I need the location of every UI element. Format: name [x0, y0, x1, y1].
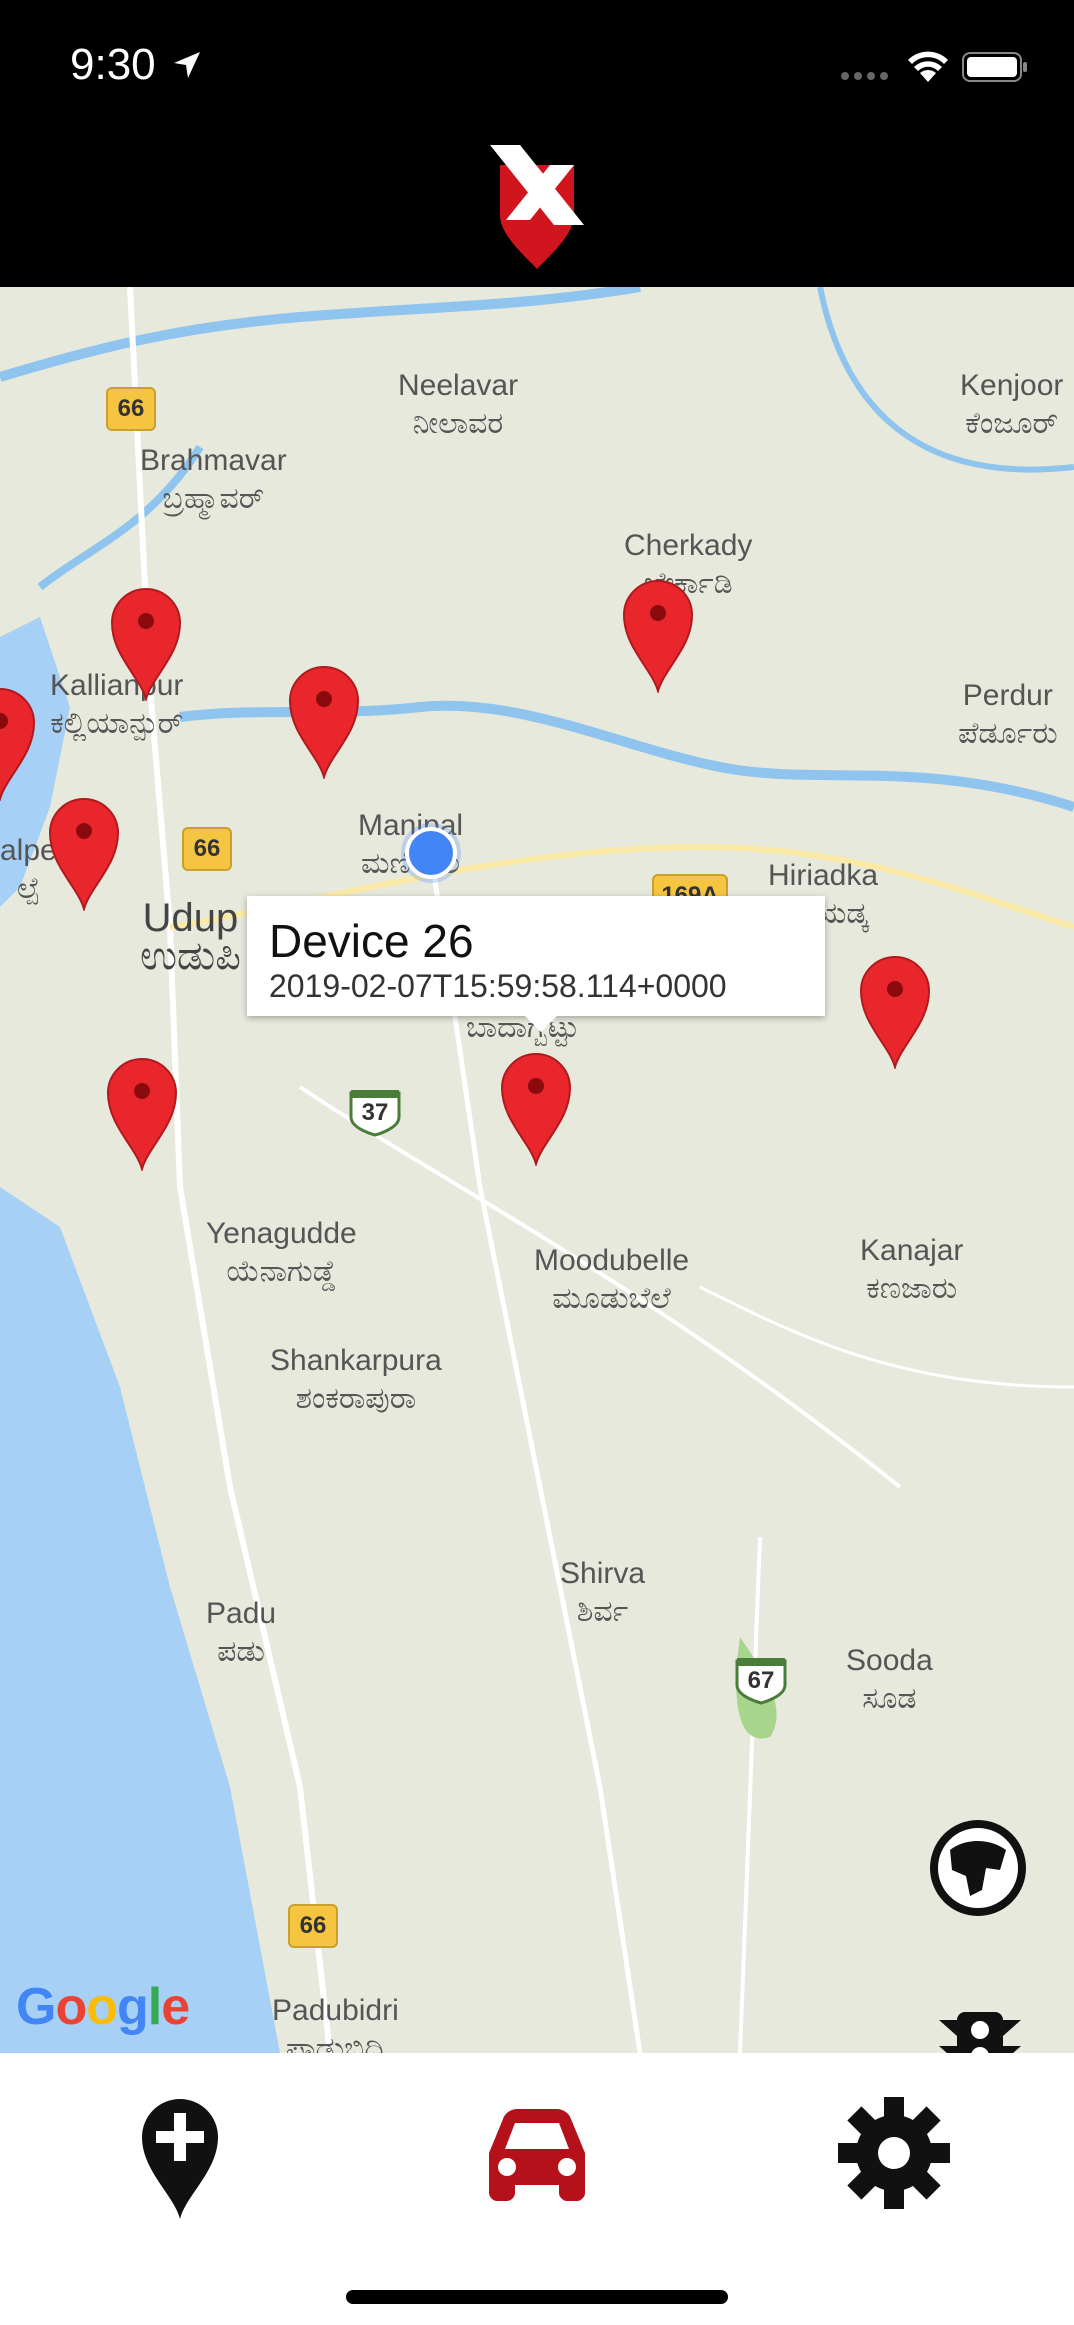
- highway-shield: 37: [348, 1087, 402, 1137]
- place-brahmavar: Brahmavar ಬ್ರಹ್ಮಾವರ್: [140, 442, 287, 518]
- header-bar: 9:30: [0, 0, 1074, 287]
- shield-number: 67: [747, 1667, 775, 1694]
- callout-timestamp: 2019-02-07T15:59:58.114+0000: [269, 968, 727, 1004]
- place-label-en: Neelavar: [398, 369, 519, 402]
- place-label-kn: ಉಡುಪಿ: [140, 934, 241, 978]
- highway-shield: 67: [734, 1655, 788, 1705]
- place-label-en: Sooda: [846, 1644, 933, 1677]
- road-shield: 66: [106, 387, 156, 431]
- place-label-en: Kanajar: [860, 1234, 964, 1267]
- road-shield: 66: [182, 827, 232, 871]
- home-indicator[interactable]: [346, 2290, 728, 2304]
- place-label-en: Hiriadka: [768, 859, 879, 892]
- place-label-kn: ಸೂಡ: [862, 1682, 917, 1715]
- callout-title: Device 26: [269, 915, 474, 967]
- signal-icon: [841, 72, 888, 80]
- place-kenjoor: Kenjoor ಕೆಂಜೂರ್: [960, 367, 1063, 443]
- place-label-en: Moodubelle: [534, 1244, 690, 1277]
- place-label-en: Shirva: [560, 1557, 646, 1590]
- place-label-kn: ಪಡು: [217, 1635, 265, 1668]
- place-label-kn: ಬ್ರಹ್ಮಾವರ್: [162, 482, 265, 515]
- place-label-en: Kenjoor: [960, 369, 1064, 402]
- place-label-kn: ಕಣಜಾರು: [866, 1272, 958, 1305]
- tab-bar: [0, 2053, 1074, 2325]
- place-label-en: Shankarpura: [270, 1344, 442, 1377]
- place-label-kn: ಯೆನಾಗುಡ್ಡೆ: [226, 1255, 337, 1288]
- map-view[interactable]: Neelavar ನೀಲಾವರ Kenjoor ಕೆಂಜೂರ್ Brahmavar ಬ…: [0, 287, 1074, 2053]
- device-marker[interactable]: [106, 1057, 178, 1171]
- google-attribution: Google: [16, 1978, 190, 2036]
- tab-devices[interactable]: [467, 2083, 607, 2223]
- device-callout[interactable]: Device 26 2019-02-07T15:59:58.114+0000: [247, 896, 825, 1032]
- place-label-kn: ಪೆರ್ಡೂರು: [958, 717, 1058, 750]
- wifi-icon: [908, 51, 948, 82]
- place-moodubelle: Moodubelle ಮೂಡುಬೆಲೆ: [534, 1242, 689, 1318]
- tab-settings[interactable]: [824, 2083, 964, 2223]
- place-yenagudde: Yenagudde ಯೆನಾಗುಡ್ಡೆ: [206, 1215, 357, 1291]
- place-label-kn: ಶಂಕರಾಪುರಾ: [295, 1382, 417, 1415]
- place-label-kn: ಪಾಡುಬಿದ್ರಿ: [285, 2032, 386, 2053]
- tab-add-location[interactable]: [110, 2083, 250, 2223]
- device-marker[interactable]: [48, 797, 120, 911]
- place-padu: Padu ಪಡು: [206, 1595, 276, 1671]
- place-padubidri: Padubidri ಪಾಡುಬಿದ್ರಿ: [272, 1992, 399, 2053]
- place-kanajar: Kanajar ಕಣಜಾರು: [860, 1232, 963, 1308]
- place-shirva: Shirva ಶಿರ್ವ: [560, 1555, 645, 1631]
- device-marker-selected[interactable]: [500, 1052, 572, 1166]
- place-label-kn: ಕೆಂಜೂರ್: [965, 407, 1059, 440]
- place-label-en: Brahmavar: [140, 444, 287, 477]
- current-location-dot: [405, 827, 457, 879]
- place-label-en: Udup: [142, 896, 239, 940]
- road-shield: 66: [288, 1904, 338, 1948]
- place-udupi: Udup ಉಡುಪಿ: [140, 896, 241, 978]
- place-label-kn: ನೀಲಾವರ: [412, 407, 504, 440]
- place-label-en: Cherkady: [624, 529, 753, 562]
- place-label-en: Padubidri: [272, 1994, 399, 2027]
- place-label-kn: ಕಲ್ಲಿಯಾನ್ಪುರ್: [50, 707, 184, 740]
- app-logo: [490, 145, 584, 269]
- device-marker[interactable]: [110, 587, 182, 701]
- device-marker[interactable]: [859, 955, 931, 1069]
- shield-number: 37: [361, 1099, 389, 1126]
- place-perdur: Perdur ಪೆರ್ಡೂರು: [958, 677, 1058, 753]
- place-label-kn: ಶಿರ್ವ: [576, 1595, 629, 1628]
- status-time: 9:30: [70, 40, 156, 89]
- place-neelavar: Neelavar ನೀಲಾವರ: [398, 367, 518, 443]
- place-label-kn: ಮೂಡುಬೆಲೆ: [552, 1282, 671, 1315]
- place-label-en: Perdur: [962, 679, 1053, 712]
- place-shankarpura: Shankarpura ಶಂಕರಾಪುರಾ: [270, 1342, 442, 1418]
- place-label-en: Yenagudde: [206, 1217, 357, 1250]
- map-type-icon[interactable]: [930, 1820, 1026, 1916]
- location-arrow-icon: [174, 52, 200, 78]
- device-marker[interactable]: [622, 579, 694, 693]
- traffic-light-icon[interactable]: [935, 2010, 1025, 2053]
- device-marker[interactable]: [288, 665, 360, 779]
- place-label-en: Padu: [206, 1597, 277, 1630]
- device-marker[interactable]: [0, 687, 36, 801]
- car-icon: [489, 2109, 585, 2201]
- battery-icon: [962, 52, 1027, 82]
- place-sooda: Sooda ಸೂಡ: [846, 1642, 933, 1718]
